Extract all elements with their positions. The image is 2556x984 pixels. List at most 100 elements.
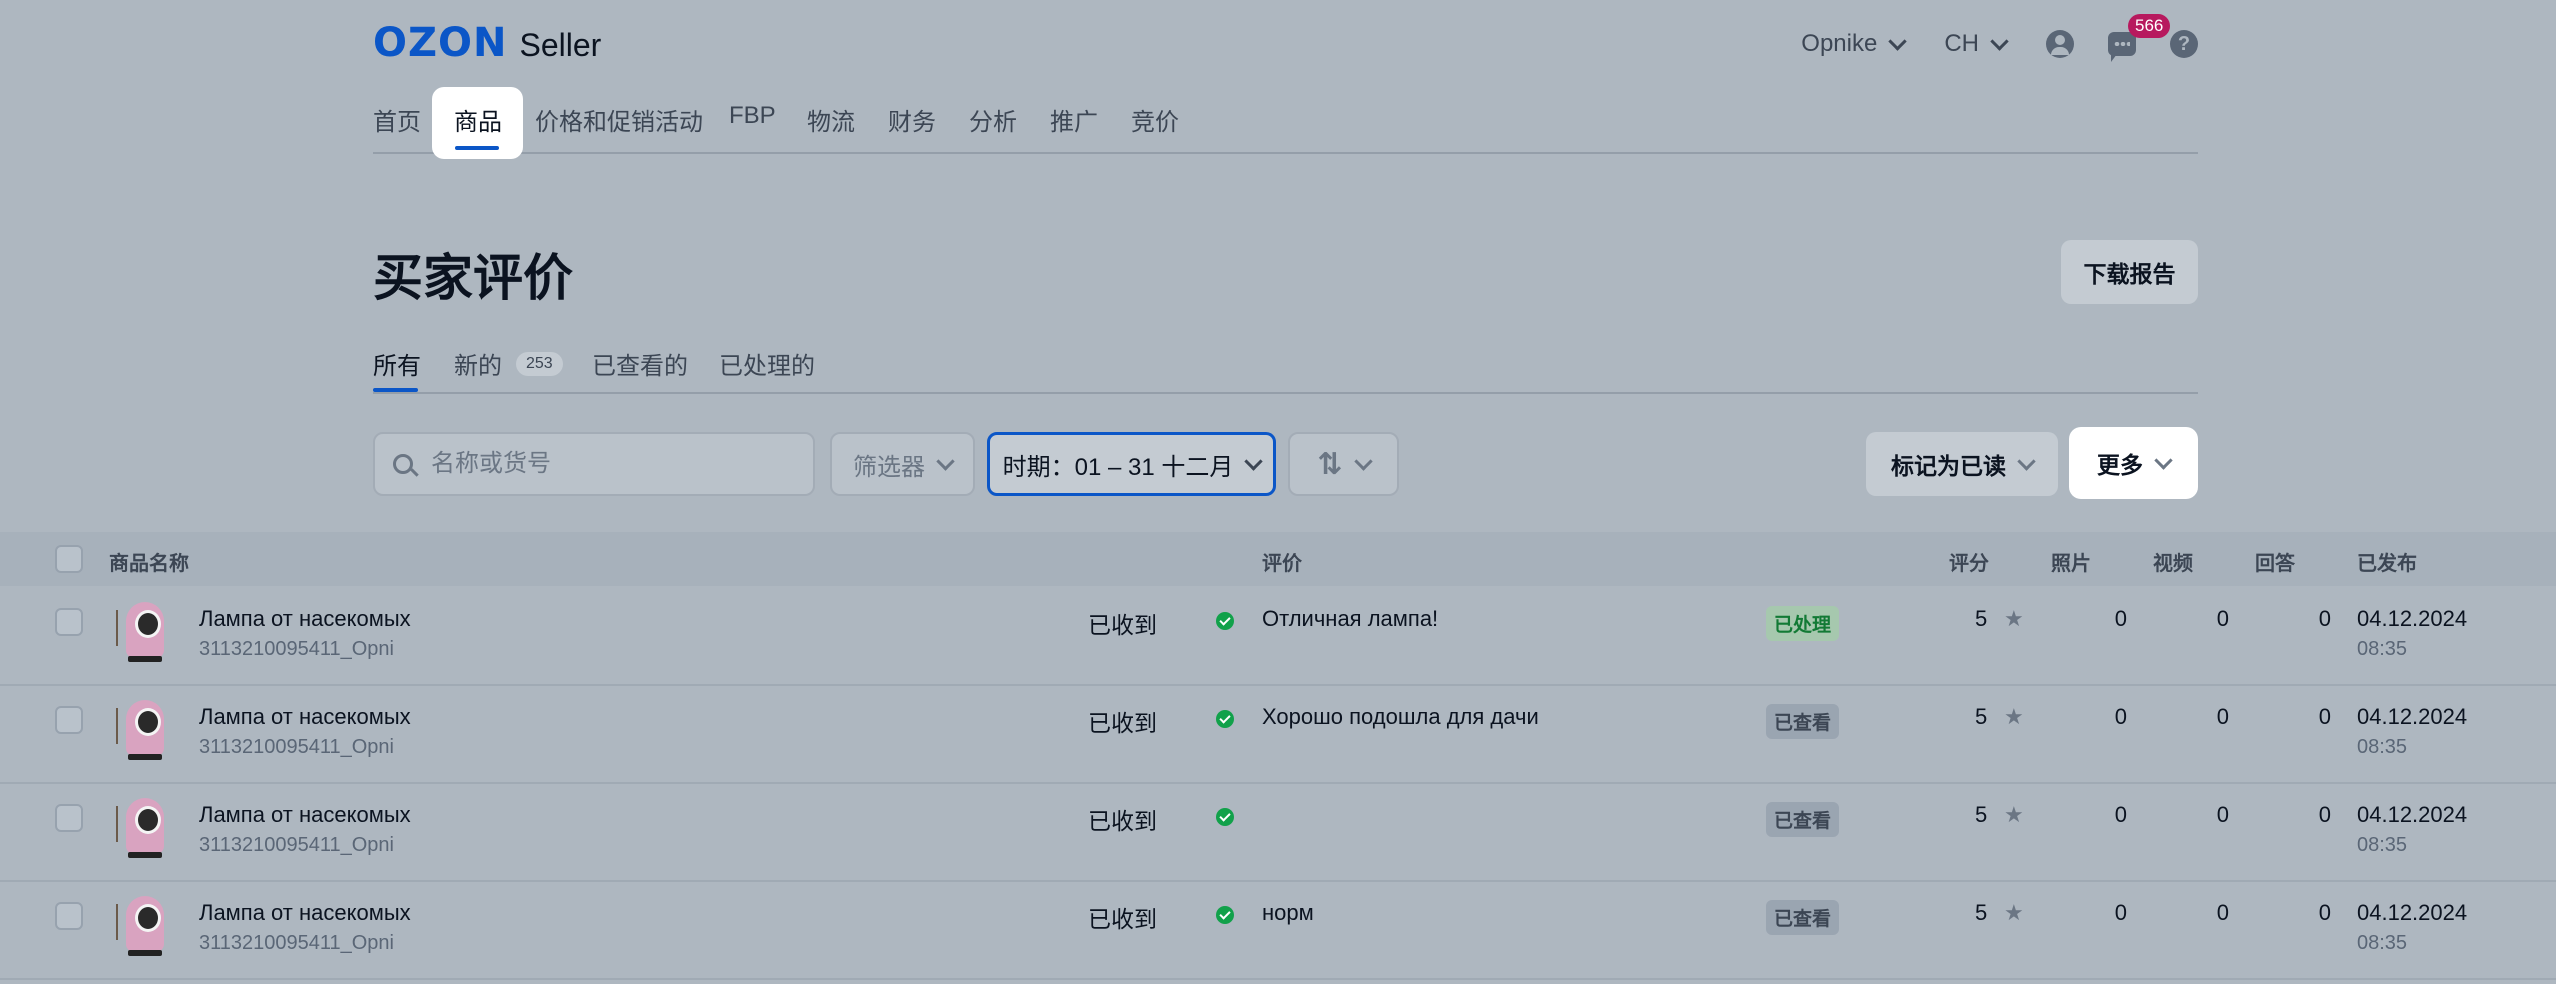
product-name[interactable]: Лампа от насекомых (199, 704, 411, 730)
lamp-hole (135, 904, 161, 932)
chevron-down-icon (2154, 450, 2173, 470)
rating-value: 5 (1975, 606, 1988, 631)
product-image (114, 796, 168, 862)
nav-home[interactable]: 首页 (373, 102, 421, 137)
lamp-cable (116, 610, 124, 646)
header-videos[interactable]: 视频 (2153, 547, 2193, 576)
row-checkbox[interactable] (55, 804, 83, 832)
nav-active-underline (455, 146, 499, 150)
sort-icon: ⇅ (1317, 447, 1343, 481)
product-name[interactable]: Лампа от насекомых (199, 802, 411, 828)
star-icon: ★ (2004, 802, 2024, 827)
nav-bidding[interactable]: 竞价 (1131, 102, 1179, 137)
lamp-base (128, 852, 162, 858)
table-row[interactable]: Лампа от насекомых 3113210095411_Opni 已收… (0, 880, 2556, 980)
help-icon[interactable]: ? (2170, 30, 2198, 58)
tab-all[interactable]: 所有 (373, 346, 421, 381)
product-name[interactable]: Лампа от насекомых (199, 900, 411, 926)
row-checkbox[interactable] (55, 902, 83, 930)
star-icon: ★ (2004, 606, 2024, 631)
product-sku: 3113210095411_Opni (199, 932, 394, 954)
select-all-checkbox[interactable] (55, 545, 83, 573)
photos-count: 0 (2114, 704, 2127, 729)
filter-label: 筛选器 (853, 453, 925, 481)
published-date: 04.12.2024 (2357, 704, 2468, 729)
lamp-cable (116, 904, 124, 940)
chevron-down-icon (1990, 31, 2009, 51)
tab-new[interactable]: 新的 253 (454, 346, 563, 381)
language-dropdown[interactable]: CH (1944, 30, 2009, 58)
check-circle-icon (1216, 612, 1234, 630)
answers-count: 0 (2318, 802, 2331, 827)
header-answers[interactable]: 回答 (2255, 547, 2295, 576)
search-icon (393, 454, 413, 474)
filter-dropdown[interactable]: 筛选器 (830, 432, 975, 496)
more-button[interactable]: 更多 (2069, 427, 2198, 499)
nav-products[interactable]: 商品 (454, 102, 502, 137)
row-checkbox[interactable] (55, 706, 83, 734)
mark-as-read-button[interactable]: 标记为已读 (1866, 432, 2058, 496)
tab-new-label: 新的 (454, 353, 502, 380)
company-dropdown[interactable]: Opnike (1801, 30, 1908, 58)
logo-product: Seller (519, 27, 602, 63)
tab-processed[interactable]: 已处理的 (719, 346, 815, 381)
row-checkbox[interactable] (55, 608, 83, 636)
received-status: 已收到 (1088, 808, 1157, 834)
header-photos[interactable]: 照片 (2051, 547, 2091, 576)
header-published[interactable]: 已发布 (2357, 547, 2417, 576)
published-date: 04.12.2024 (2357, 900, 2468, 925)
rating-value: 5 (1975, 900, 1988, 925)
company-name: Opnike (1801, 30, 1878, 57)
table-row[interactable]: Лампа от насекомых 3113210095411_Opni 已收… (0, 684, 2556, 784)
chat-icon[interactable]: 566 (2108, 14, 2171, 62)
status-badge: 已查看 (1766, 900, 1840, 935)
header-rating[interactable]: 评分 (1949, 547, 1989, 576)
product-name[interactable]: Лампа от насекомых (199, 606, 411, 632)
period-label: 时期：01 – 31 十二月 (1002, 453, 1234, 481)
lamp-hole (135, 610, 161, 638)
rating-value: 5 (1975, 802, 1988, 827)
header-review: 评价 (1262, 553, 1302, 575)
star-icon: ★ (2004, 704, 2024, 729)
published-time: 08:35 (2357, 736, 2408, 758)
lamp-cable (116, 806, 124, 842)
chevron-down-icon (2017, 451, 2036, 471)
chevron-down-icon (1353, 451, 1373, 471)
product-image (114, 894, 168, 960)
search-input[interactable] (429, 449, 793, 479)
tab-new-count: 253 (516, 351, 563, 376)
tab-active-underline (373, 388, 418, 392)
nav-fbp[interactable]: FBP (729, 102, 776, 130)
lamp-hole (135, 806, 161, 834)
review-text: Отличная лампа! (1262, 606, 1439, 631)
review-text: Хорошо подошла для дачи (1262, 704, 1539, 729)
chat-badge: 566 (2128, 14, 2171, 38)
table-row[interactable]: Лампа от насекомых 3113210095411_Opni 已收… (0, 586, 2556, 686)
sort-dropdown[interactable]: ⇅ (1288, 432, 1399, 496)
published-date: 04.12.2024 (2357, 606, 2468, 631)
product-sku: 3113210095411_Opni (199, 638, 394, 660)
lamp-base (128, 656, 162, 662)
product-image (114, 600, 168, 666)
nav-logistics[interactable]: 物流 (807, 102, 855, 137)
nav-promotion[interactable]: 推广 (1050, 102, 1098, 137)
nav-finance[interactable]: 财务 (888, 102, 936, 137)
nav-analytics[interactable]: 分析 (969, 102, 1017, 137)
ozon-seller-logo[interactable]: OZON Seller (373, 20, 601, 66)
lamp-hole (135, 708, 161, 736)
user-icon[interactable] (2046, 30, 2074, 58)
download-report-button[interactable]: 下载报告 (2061, 240, 2198, 304)
period-dropdown[interactable]: 时期：01 – 31 十二月 (987, 432, 1276, 496)
videos-count: 0 (2216, 704, 2229, 729)
photos-count: 0 (2114, 900, 2127, 925)
table-row[interactable]: Лампа от насекомых 3113210095411_Opni 已收… (0, 782, 2556, 882)
chevron-down-icon (1244, 451, 1264, 471)
main-nav: 首页 商品 价格和促销活动 FBP 物流 财务 分析 推广 竞价 (373, 87, 2198, 159)
nav-prices-promotions[interactable]: 价格和促销活动 (535, 102, 703, 137)
topbar-controls: Opnike CH 566 ? (1801, 14, 2198, 64)
status-badge: 已处理 (1766, 606, 1840, 641)
videos-count: 0 (2216, 802, 2229, 827)
product-sku: 3113210095411_Opni (199, 736, 394, 758)
more-label: 更多 (2097, 452, 2143, 478)
tab-viewed[interactable]: 已查看的 (592, 346, 688, 381)
